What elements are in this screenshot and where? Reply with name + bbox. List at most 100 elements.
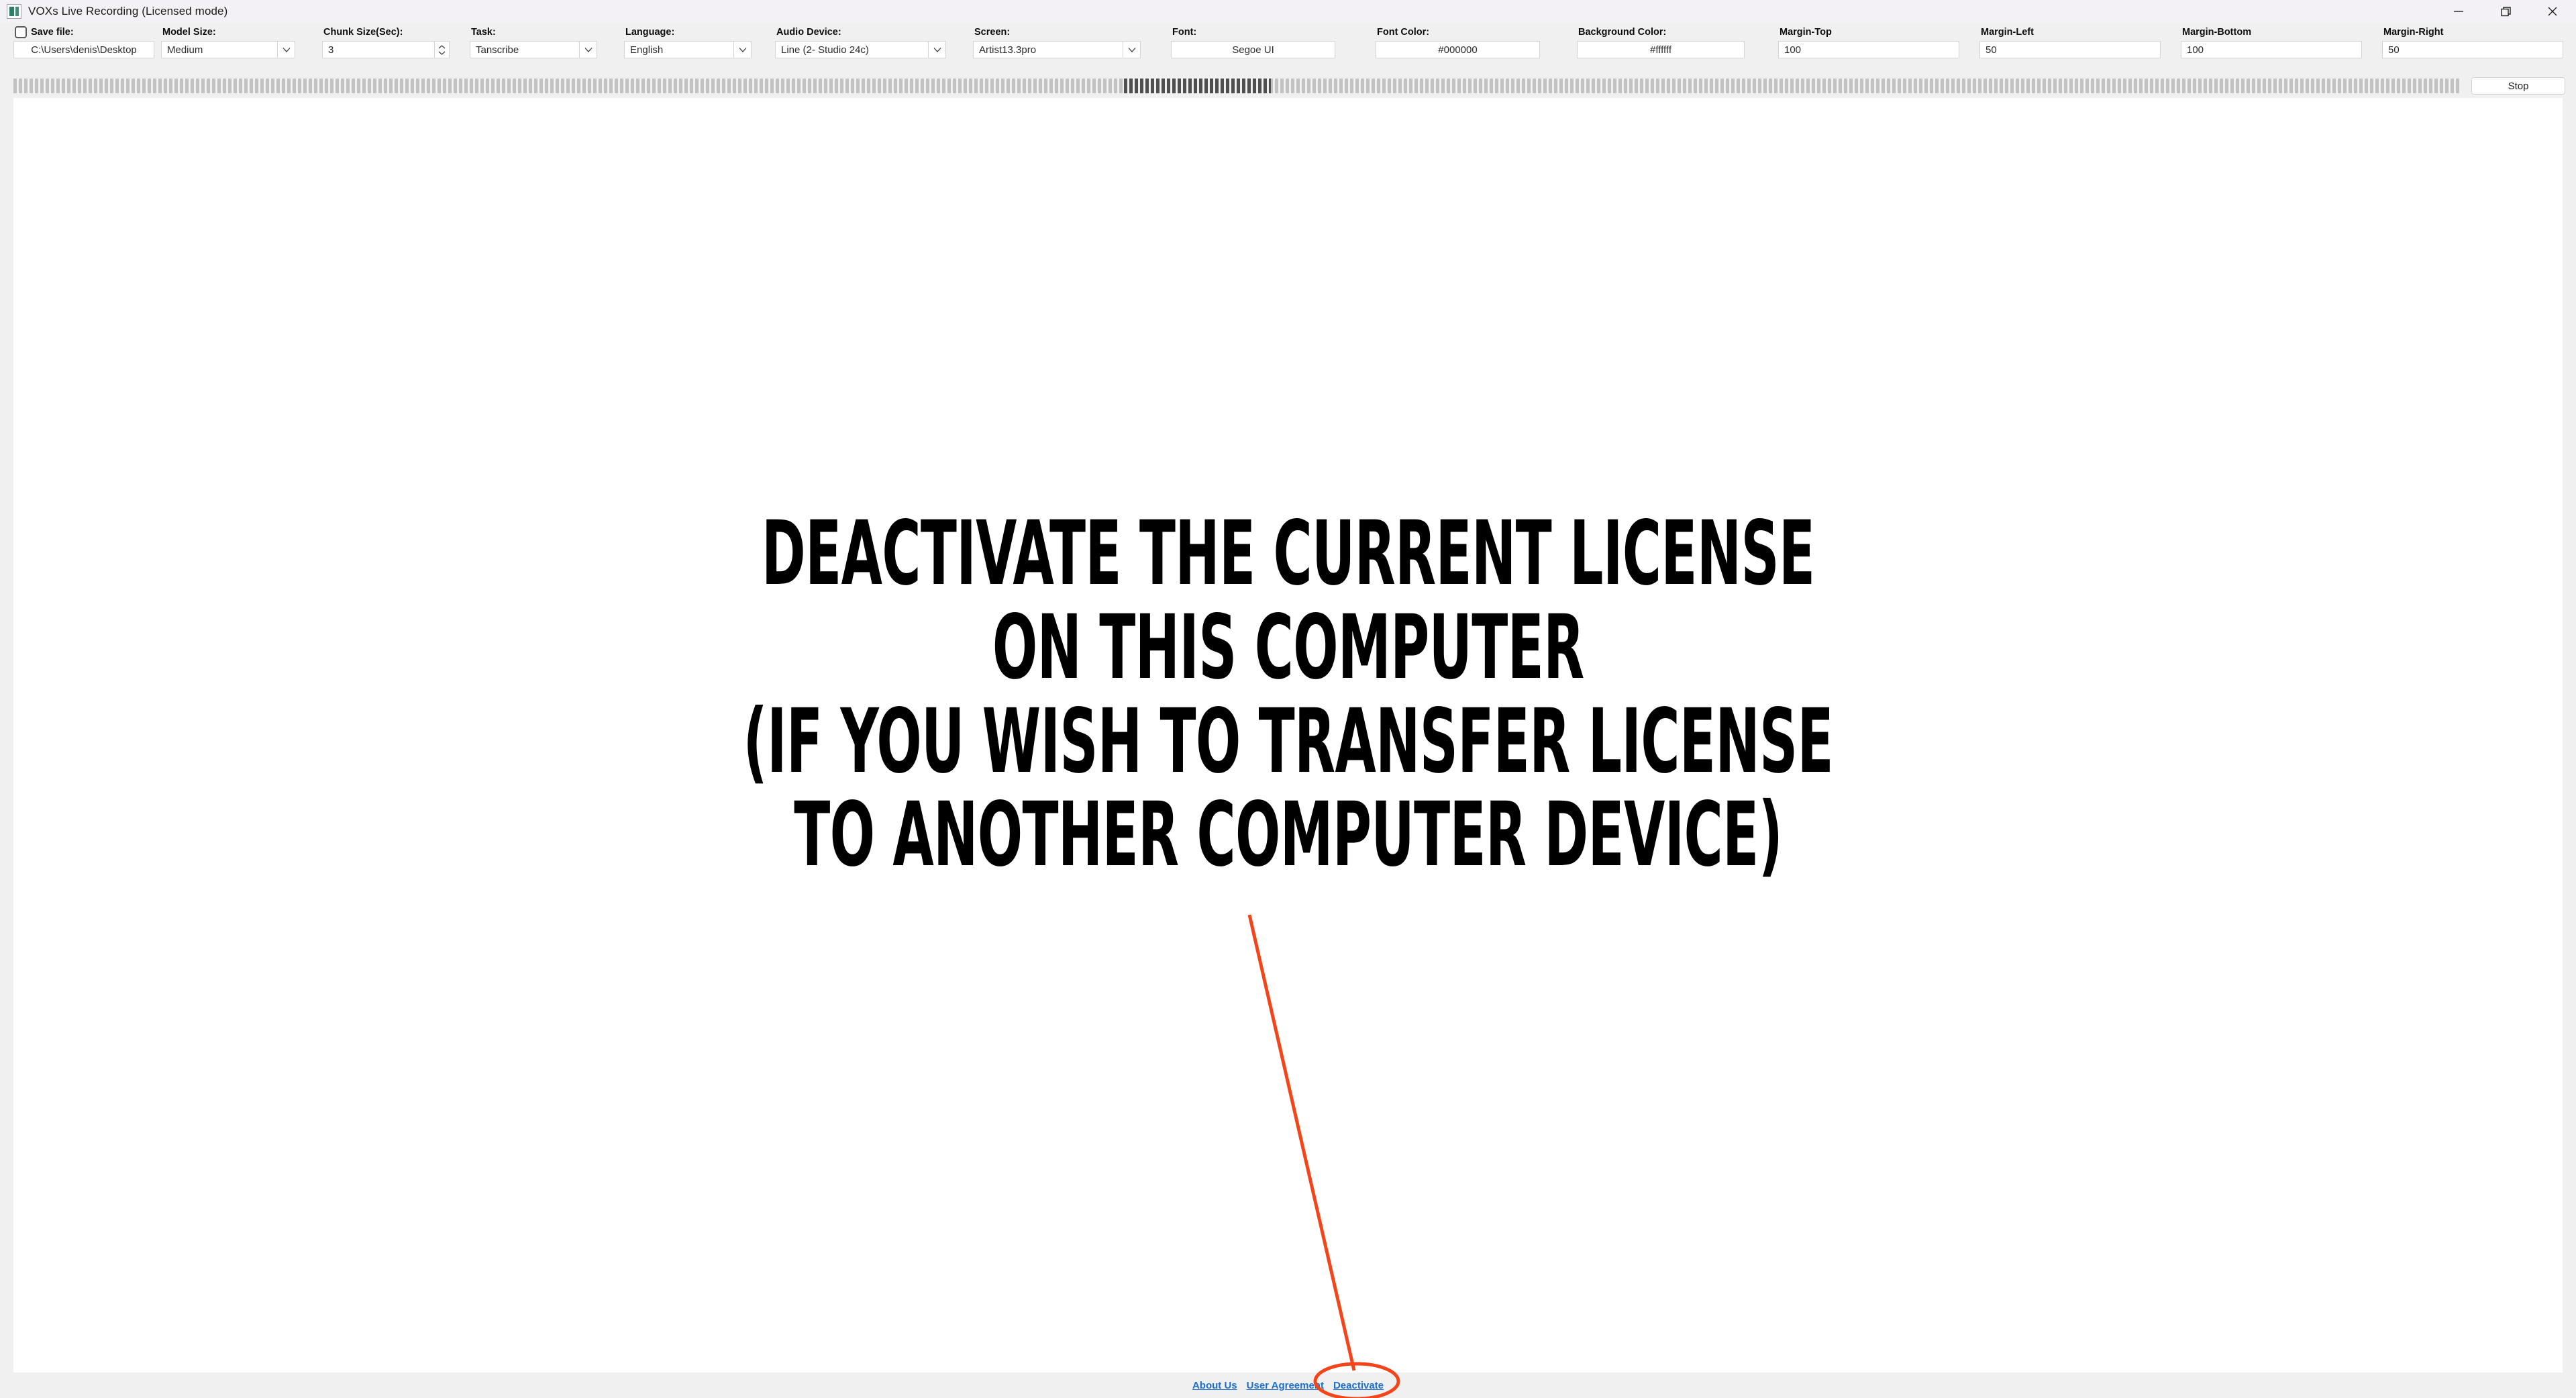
footer-link-user-agreement[interactable]: User Agreement	[1247, 1380, 1324, 1391]
input-margin-top[interactable]: 100	[1778, 41, 1959, 58]
input-font-color[interactable]: #000000	[1376, 41, 1540, 58]
label-row-audio-device: Audio Device:	[775, 26, 946, 39]
label-audio-device: Audio Device:	[776, 27, 841, 38]
checkbox-save-file[interactable]	[15, 26, 27, 38]
label-row-save-file: Save file:	[13, 26, 154, 39]
chevron-up-icon	[438, 44, 446, 48]
input-wrap-margin-bottom: 100	[2181, 41, 2362, 58]
label-margin-right: Margin-Right	[2383, 27, 2444, 38]
settings-toolbar: Save file: C:\Users\denis\Desktop Model Si…	[0, 23, 2576, 74]
input-wrap-margin-right: 50	[2382, 41, 2563, 58]
recording-meter-row: Stop	[0, 74, 2576, 98]
input-save-file[interactable]: C:\Users\denis\Desktop	[13, 41, 154, 58]
field-group-margin-left: Margin-Left 50	[1979, 26, 2161, 58]
headline-text: DEACTIVATE THE CURRENT LICENSE ON THIS CO…	[743, 507, 1833, 883]
label-row-chunk-size: Chunk Size(Sec):	[322, 26, 450, 39]
input-margin-right[interactable]: 50	[2382, 41, 2563, 58]
app-icon	[7, 4, 21, 19]
field-group-task: Task: Tanscribe	[470, 26, 597, 58]
label-row-model-size: Model Size:	[161, 26, 295, 39]
title-bar: VOXs Live Recording (Licensed mode)	[0, 0, 2576, 23]
label-row-margin-top: Margin-Top	[1778, 26, 1959, 39]
headline-line: (IF YOU WISH TO TRANSFER LICENSE	[743, 689, 1833, 793]
label-row-task: Task:	[470, 26, 597, 39]
stop-button[interactable]: Stop	[2471, 77, 2565, 95]
preview-canvas: DEACTIVATE THE CURRENT LICENSE ON THIS CO…	[13, 98, 2563, 1372]
input-wrap-font-color: #000000	[1376, 41, 1540, 58]
field-group-font-color: Font Color: #000000	[1376, 26, 1540, 58]
label-row-margin-left: Margin-Left	[1979, 26, 2161, 39]
headline-line: TO ANOTHER COMPUTER DEVICE)	[794, 783, 1783, 887]
app-icon-glyph	[9, 7, 19, 16]
field-group-chunk-size: Chunk Size(Sec): 3	[322, 26, 450, 58]
window-controls	[2435, 0, 2576, 23]
input-language[interactable]: English	[624, 41, 734, 58]
input-margin-left[interactable]: 50	[1979, 41, 2161, 58]
input-wrap-task: Tanscribe	[470, 41, 597, 58]
input-wrap-chunk-size: 3	[322, 41, 450, 58]
field-group-font: Font: Segoe UI	[1171, 26, 1335, 58]
label-model-size: Model Size:	[162, 27, 216, 38]
label-row-screen: Screen:	[973, 26, 1141, 39]
field-group-screen: Screen: Artist13.3pro	[973, 26, 1141, 58]
headline-line: ON THIS COMPUTER	[992, 595, 1584, 699]
field-group-margin-bottom: Margin-Bottom 100	[2181, 26, 2362, 58]
label-margin-top: Margin-Top	[1780, 27, 1832, 38]
field-group-background-color: Background Color: #ffffff	[1577, 26, 1745, 58]
field-group-audio-device: Audio Device: Line (2- Studio 24c)	[775, 26, 946, 58]
input-audio-device[interactable]: Line (2- Studio 24c)	[775, 41, 929, 58]
label-background-color: Background Color:	[1578, 27, 1667, 38]
label-font-color: Font Color:	[1377, 27, 1430, 38]
field-group-save-file: Save file: C:\Users\denis\Desktop	[13, 26, 154, 58]
input-wrap-audio-device: Line (2- Studio 24c)	[775, 41, 946, 58]
label-save-file: Save file:	[31, 27, 74, 38]
label-row-margin-bottom: Margin-Bottom	[2181, 26, 2362, 39]
audio-level-meter	[13, 79, 2459, 93]
label-row-background-color: Background Color:	[1577, 26, 1745, 39]
input-wrap-background-color: #ffffff	[1577, 41, 1745, 58]
label-font: Font:	[1172, 27, 1197, 38]
input-wrap-language: English	[624, 41, 752, 58]
input-screen[interactable]: Artist13.3pro	[973, 41, 1123, 58]
title-bar-left: VOXs Live Recording (Licensed mode)	[7, 4, 227, 19]
input-font[interactable]: Segoe UI	[1171, 41, 1335, 58]
input-wrap-margin-left: 50	[1979, 41, 2161, 58]
field-group-model-size: Model Size: Medium	[161, 26, 295, 58]
input-task[interactable]: Tanscribe	[470, 41, 580, 58]
close-icon[interactable]	[2529, 0, 2576, 23]
label-row-language: Language:	[624, 26, 752, 39]
input-margin-bottom[interactable]: 100	[2181, 41, 2362, 58]
chevron-down-icon-model-size[interactable]	[278, 41, 295, 58]
input-model-size[interactable]: Medium	[161, 41, 278, 58]
headline-line: DEACTIVATE THE CURRENT LICENSE	[761, 501, 1815, 605]
footer-link-about-us[interactable]: About Us	[1192, 1380, 1237, 1391]
footer-links: About Us User Agreement Deactivate	[0, 1372, 2576, 1398]
input-wrap-save-file: C:\Users\denis\Desktop	[13, 41, 154, 58]
field-group-margin-right: Margin-Right 50	[2382, 26, 2563, 58]
minimize-icon[interactable]	[2435, 0, 2482, 23]
label-row-font-color: Font Color:	[1376, 26, 1540, 39]
field-group-margin-top: Margin-Top 100	[1778, 26, 1959, 58]
chevron-down-icon-language[interactable]	[734, 41, 752, 58]
input-chunk-size[interactable]: 3	[322, 41, 435, 58]
label-margin-bottom: Margin-Bottom	[2182, 27, 2252, 38]
chevron-down-icon-audio-device[interactable]	[929, 41, 946, 58]
window-title: VOXs Live Recording (Licensed mode)	[28, 5, 228, 17]
input-wrap-model-size: Medium	[161, 41, 295, 58]
label-row-font: Font:	[1171, 26, 1335, 39]
label-language: Language:	[625, 27, 675, 38]
label-row-margin-right: Margin-Right	[2382, 26, 2563, 39]
spinner-chunk-size[interactable]	[435, 41, 450, 58]
input-background-color[interactable]: #ffffff	[1577, 41, 1745, 58]
field-group-language: Language: English	[624, 26, 752, 58]
label-margin-left: Margin-Left	[1981, 27, 2034, 38]
input-wrap-screen: Artist13.3pro	[973, 41, 1141, 58]
chevron-down-icon-screen[interactable]	[1123, 41, 1141, 58]
app-window: VOXs Live Recording (Licensed mode) Save…	[0, 0, 2576, 1398]
label-chunk-size: Chunk Size(Sec):	[323, 27, 403, 38]
footer-link-deactivate[interactable]: Deactivate	[1333, 1380, 1384, 1391]
content-area-outer: DEACTIVATE THE CURRENT LICENSE ON THIS CO…	[0, 98, 2576, 1372]
restore-icon[interactable]	[2482, 0, 2529, 23]
chevron-down-icon-task[interactable]	[580, 41, 597, 58]
chevron-down-icon	[438, 51, 446, 55]
